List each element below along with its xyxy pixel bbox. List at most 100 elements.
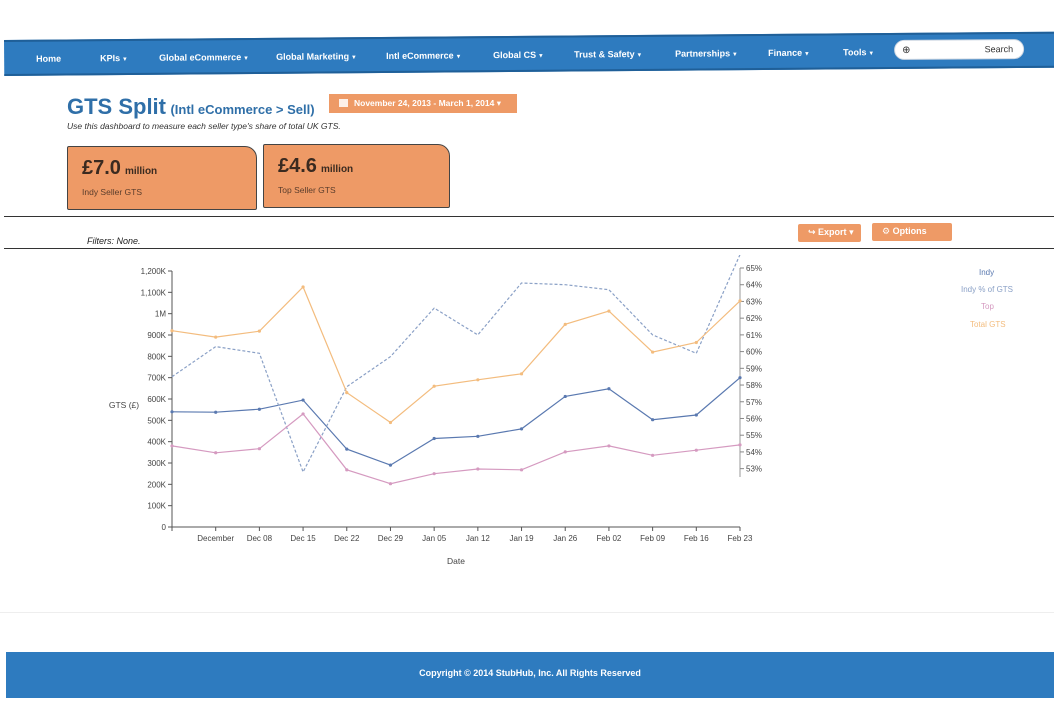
y2-tick-label: 56% xyxy=(746,414,762,423)
data-point xyxy=(345,447,349,451)
data-point xyxy=(257,447,261,451)
footer: Copyright © 2014 StubHub, Inc. All Right… xyxy=(6,652,1054,698)
nav-partnerships-label: Partnerships xyxy=(675,48,731,59)
export-button[interactable]: ↪ Export ▾ xyxy=(798,224,861,242)
x-tick-label: Jan 26 xyxy=(553,534,578,543)
date-range-picker[interactable]: November 24, 2013 - March 1, 2014 ▾ xyxy=(329,94,517,113)
chevron-down-icon: ▾ xyxy=(733,51,737,59)
y2-tick-label: 57% xyxy=(746,398,762,407)
chevron-down-icon: ▾ xyxy=(805,50,809,58)
y2-tick-label: 64% xyxy=(746,281,762,290)
legend-item-top[interactable]: Top xyxy=(981,302,994,311)
y-tick-label: 1M xyxy=(155,310,166,319)
kpi-indy-seller-gts: £7.0 million Indy Seller GTS xyxy=(67,146,257,210)
nav-global-marketing-label: Global Marketing xyxy=(276,51,350,62)
data-point xyxy=(607,444,611,448)
data-point xyxy=(476,378,480,382)
legend-item-indy[interactable]: Indy xyxy=(979,268,994,277)
kpi-value: £4.6 xyxy=(278,155,317,177)
kpi-label: Top Seller GTS xyxy=(278,185,336,195)
data-point xyxy=(257,407,261,411)
x-tick-label: Feb 09 xyxy=(640,534,665,543)
data-point xyxy=(214,335,218,339)
y-tick-label: 200K xyxy=(147,480,166,489)
page-subtitle: Use this dashboard to measure each selle… xyxy=(67,121,341,131)
legend-item-indy-pct[interactable]: Indy % of GTS xyxy=(961,285,1013,294)
nav-global-ecommerce-label: Global eCommerce xyxy=(159,52,242,63)
data-point xyxy=(476,434,480,438)
data-point xyxy=(738,443,742,447)
data-point xyxy=(694,448,698,452)
data-point xyxy=(651,418,655,422)
y2-tick-label: 58% xyxy=(746,381,762,390)
series-line-indy xyxy=(171,377,741,466)
y-tick-label: 400K xyxy=(147,438,166,447)
data-point xyxy=(607,387,611,391)
series-line-indy-of-gts xyxy=(171,255,741,474)
data-point xyxy=(519,427,524,431)
calendar-icon xyxy=(339,99,348,107)
date-range-label: November 24, 2013 - March 1, 2014 xyxy=(354,98,495,108)
data-point xyxy=(476,467,480,471)
data-point xyxy=(214,410,218,414)
kpi-value: £7.0 xyxy=(82,157,121,179)
page-title: GTS Split (Intl eCommerce > Sell) xyxy=(67,94,315,120)
nav-partnerships[interactable]: Partnerships ▾ xyxy=(675,48,737,58)
search-input[interactable]: ⊕ Search xyxy=(894,38,1025,61)
data-point xyxy=(214,451,218,455)
y-tick-label: 900K xyxy=(147,331,166,340)
legend-item-total[interactable]: Total GTS xyxy=(970,320,1006,329)
nav-tools-label: Tools xyxy=(843,47,867,58)
data-point xyxy=(694,413,698,417)
x-tick-label: Dec 08 xyxy=(247,534,273,543)
data-point xyxy=(651,453,655,457)
data-point xyxy=(170,410,174,414)
y2-tick-label: 55% xyxy=(746,431,762,440)
nav-kpis[interactable]: KPIs ▾ xyxy=(100,53,127,63)
options-button[interactable]: ⚙ Options xyxy=(872,223,952,241)
nav-tools[interactable]: Tools ▾ xyxy=(843,47,873,57)
data-point xyxy=(432,436,436,441)
x-tick-label: Jan 19 xyxy=(510,534,535,543)
y-tick-label: 300K xyxy=(147,459,166,468)
nav-trust-safety[interactable]: Trust & Safety ▾ xyxy=(574,49,642,60)
divider xyxy=(4,248,1054,249)
data-point xyxy=(301,285,305,289)
x-tick-label: December xyxy=(197,534,234,543)
data-point xyxy=(301,412,305,416)
x-tick-label: Dec 29 xyxy=(378,534,404,543)
y-tick-label: 800K xyxy=(147,352,166,361)
data-point xyxy=(651,350,655,354)
top-navbar: Home KPIs ▾ Global eCommerce ▾ Global Mark… xyxy=(4,31,1054,76)
nav-global-cs[interactable]: Global CS ▾ xyxy=(493,50,543,60)
nav-home[interactable]: Home xyxy=(36,54,61,64)
y-tick-label: 0 xyxy=(162,523,167,532)
nav-finance[interactable]: Finance ▾ xyxy=(768,48,809,58)
x-axis-label: Date xyxy=(447,556,465,566)
x-tick-label: Feb 16 xyxy=(684,534,709,543)
x-tick-label: Jan 12 xyxy=(466,534,491,543)
y2-tick-label: 65% xyxy=(746,264,762,273)
kpi-unit: million xyxy=(124,166,158,177)
data-point xyxy=(563,394,567,399)
data-point xyxy=(519,372,524,376)
nav-intl-ecommerce[interactable]: Intl eCommerce ▾ xyxy=(386,50,460,61)
nav-global-marketing[interactable]: Global Marketing ▾ xyxy=(276,51,356,62)
chevron-down-icon: ▾ xyxy=(637,51,642,60)
y2-tick-label: 61% xyxy=(746,331,762,340)
gear-icon: ⚙ xyxy=(882,226,893,236)
y2-tick-label: 59% xyxy=(746,364,762,373)
options-label: Options xyxy=(892,226,927,236)
x-tick-label: Feb 23 xyxy=(728,534,753,543)
search-icon: ⊕ xyxy=(902,44,911,56)
y-tick-label: 500K xyxy=(147,416,166,425)
chevron-down-icon: ▾ xyxy=(539,52,543,60)
nav-global-ecommerce[interactable]: Global eCommerce ▾ xyxy=(159,52,248,63)
search-placeholder: Search xyxy=(984,44,1014,55)
y2-tick-label: 60% xyxy=(746,348,762,357)
footer-copyright: Copyright © 2014 StubHub, Inc. All Right… xyxy=(419,668,641,678)
data-point xyxy=(345,391,349,395)
data-point xyxy=(432,472,436,476)
x-tick-label: Feb 02 xyxy=(596,534,621,543)
y-tick-label: 1,200K xyxy=(141,267,167,276)
